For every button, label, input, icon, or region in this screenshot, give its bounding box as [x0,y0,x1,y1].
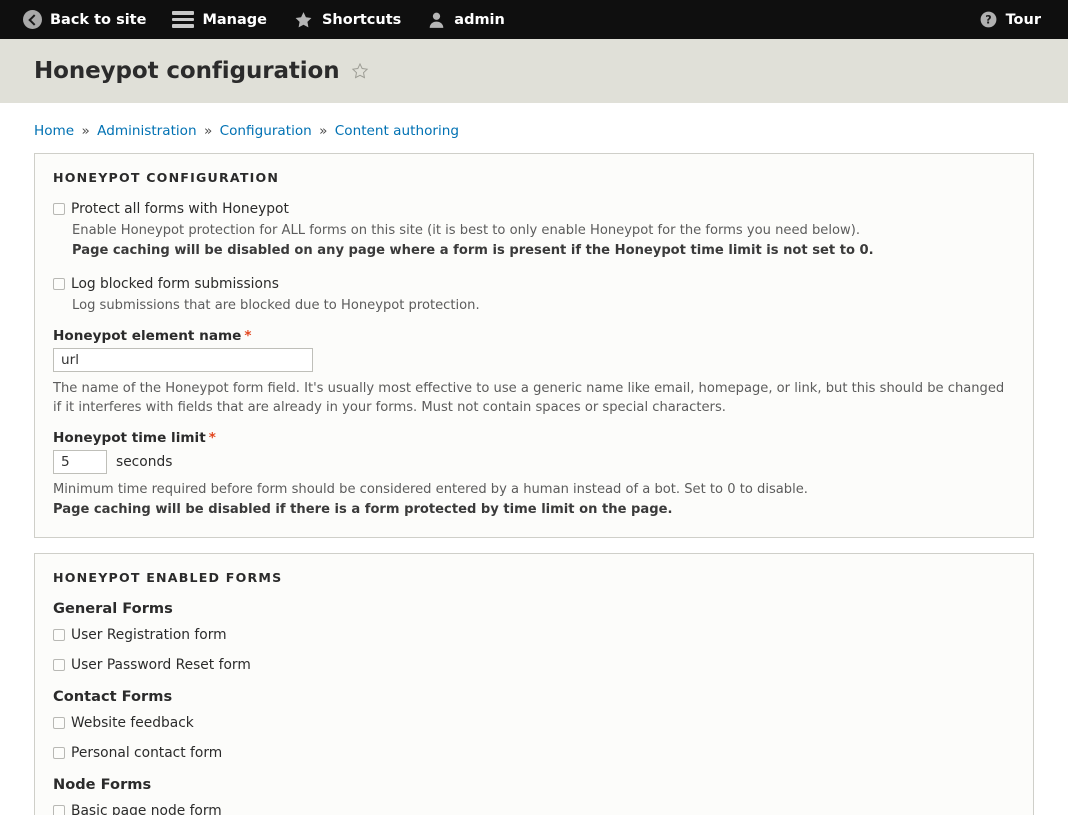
required-marker: * [244,328,252,344]
time-limit-description-bold: Page caching will be disabled if there i… [53,500,1015,519]
protect-all-forms-row: Protect all forms with Honeypot [53,200,1015,218]
svg-text:?: ? [985,13,991,26]
form-checkbox-row: Website feedback [53,714,1015,732]
breadcrumb-link-administration[interactable]: Administration [97,123,196,139]
honeypot-configuration-fieldset: HONEYPOT CONFIGURATION Protect all forms… [34,153,1034,538]
log-blocked-label[interactable]: Log blocked form submissions [71,275,279,293]
breadcrumb-link-content-authoring[interactable]: Content authoring [335,123,459,139]
website-feedback-checkbox[interactable] [53,717,65,729]
form-checkbox-label[interactable]: Basic page node form [71,802,222,815]
breadcrumb-link-configuration[interactable]: Configuration [220,123,312,139]
log-blocked-row: Log blocked form submissions [53,275,1015,293]
form-checkbox-row: Basic page node form [53,802,1015,815]
required-marker: * [208,430,216,446]
log-blocked-checkbox[interactable] [53,278,65,290]
time-limit-unit: seconds [116,454,173,470]
group-heading-node-forms: Node Forms [53,776,152,793]
breadcrumb-separator: » [203,123,213,139]
time-limit-description: Minimum time required before form should… [53,482,808,497]
toolbar-item-label: Shortcuts [321,11,402,28]
protect-all-forms-description-bold: Page caching will be disabled on any pag… [72,241,1015,260]
group-heading-general-forms: General Forms [53,600,173,617]
protect-all-forms-label[interactable]: Protect all forms with Honeypot [71,200,289,218]
breadcrumb-separator: » [319,123,328,139]
back-arrow-icon [23,10,42,29]
description-bold-text: Page caching will be disabled on any pag… [72,243,874,258]
user-registration-form-checkbox[interactable] [53,629,65,641]
toolbar-item-label: Back to site [50,11,147,28]
form-checkbox-label[interactable]: Website feedback [71,714,194,732]
toolbar-item-shortcuts[interactable]: Shortcuts [280,0,414,39]
time-limit-row: seconds [53,450,1015,474]
element-name-label-text: Honeypot element name [53,328,242,344]
toolbar-item-admin-user[interactable]: admin [414,0,518,39]
toolbar-item-label: Tour [1005,11,1041,28]
breadcrumb-link-home[interactable]: Home [34,123,74,139]
form-checkbox-label[interactable]: User Registration form [71,626,227,644]
basic-page-node-form-checkbox[interactable] [53,805,65,815]
toolbar-item-label: admin [454,11,505,28]
time-limit-input[interactable] [53,450,107,474]
form-checkbox-label[interactable]: User Password Reset form [71,656,251,674]
protect-all-forms-description: Enable Honeypot protection for ALL forms… [72,223,860,238]
form-checkbox-row: Personal contact form [53,744,1015,762]
time-limit-label-text: Honeypot time limit [53,430,206,446]
form-checkbox-row: User Password Reset form [53,656,1015,674]
page-title: Honeypot configuration [34,58,340,84]
help-icon: ? [980,11,997,28]
breadcrumb: Home » Administration » Configuration » … [0,103,1068,139]
hamburger-icon [172,11,195,28]
fieldset-legend: HONEYPOT ENABLED FORMS [53,570,283,585]
group-heading-contact-forms: Contact Forms [53,688,173,705]
page-header-band: Honeypot configuration [0,39,1068,103]
breadcrumb-separator: » [81,123,90,139]
element-name-input[interactable] [53,348,313,372]
person-icon [429,12,444,28]
element-name-label: Honeypot element name * [53,328,1015,344]
user-password-reset-form-checkbox[interactable] [53,659,65,671]
log-blocked-description: Log submissions that are blocked due to … [72,298,480,313]
main-content: HONEYPOT CONFIGURATION Protect all forms… [0,139,1068,815]
toolbar-item-manage[interactable]: Manage [159,0,280,39]
star-icon [295,11,312,27]
description-bold-text: Page caching will be disabled if there i… [53,502,673,517]
time-limit-label: Honeypot time limit * [53,430,1015,446]
form-checkbox-row: User Registration form [53,626,1015,644]
toolbar-item-label: Manage [202,11,267,28]
star-outline-icon[interactable] [351,62,369,80]
personal-contact-form-checkbox[interactable] [53,747,65,759]
toolbar-item-back-to-site[interactable]: Back to site [10,0,159,39]
form-checkbox-label[interactable]: Personal contact form [71,744,222,762]
element-name-description: The name of the Honeypot form field. It'… [53,381,1005,415]
admin-toolbar: Back to site Manage Shortcuts admin ? To… [0,0,1068,39]
toolbar-item-tour[interactable]: ? Tour [966,0,1054,39]
fieldset-legend: HONEYPOT CONFIGURATION [53,170,280,185]
protect-all-forms-checkbox[interactable] [53,203,65,215]
honeypot-enabled-forms-fieldset: HONEYPOT ENABLED FORMS General Forms Use… [34,553,1034,815]
